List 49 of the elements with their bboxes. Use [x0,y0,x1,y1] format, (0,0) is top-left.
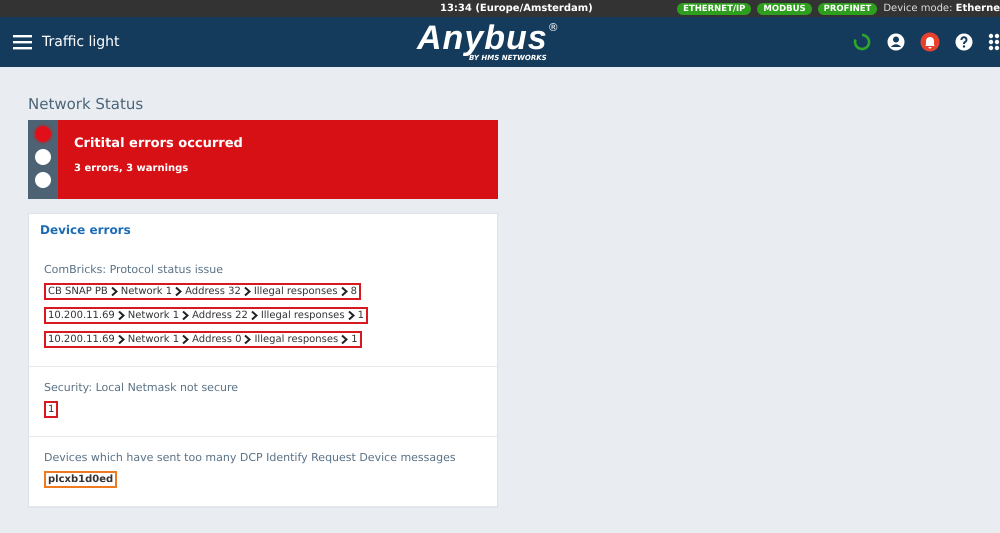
card-title: Device errors [39,222,132,237]
path-label: 1 [48,403,54,416]
device-mode: Device mode: Etherne [883,3,1000,14]
registered-mark: ® [548,21,559,34]
path-label: Address 0 [192,333,242,346]
banner-summary: 3 errors, 3 warnings [74,163,190,174]
chevron-icon [118,335,125,344]
menu-icon[interactable] [13,34,32,50]
path-label: 1 [351,333,358,346]
path-label: Address 32 [185,285,241,298]
user-icon[interactable] [886,32,906,52]
protocol-badge: ETHERNET/IP [677,2,752,14]
chevron-icon [182,335,190,344]
bell-icon[interactable] [920,32,940,52]
chevron-icon [341,335,348,344]
chevron-icon [175,287,182,296]
chevron-icon [244,287,251,296]
chevron-icon [182,311,190,320]
chevron-icon [118,311,125,320]
error-title: ComBricks: Protocol status issue [44,263,224,276]
protocol-badge: MODBUS [757,2,812,14]
path-label: Network 1 [128,309,180,322]
banner-title: Critital errors occurred [74,136,243,151]
chevron-icon [348,311,355,320]
chevron-icon [250,311,258,320]
path-label: Illegal responses [254,333,338,346]
clock-time: 13:34 (Europe/Amsterdam) [440,3,593,14]
path-label: 10.200.11.69 [48,309,115,322]
chevron-icon [244,335,252,344]
protocol-badge: PROFINET [818,2,878,14]
path-label: Network 1 [120,285,172,298]
section-heading: Network Status [28,95,144,113]
refresh-icon[interactable] [852,32,872,52]
page-heading: Traffic light [42,34,120,50]
path-label: 8 [350,285,357,298]
error-title: Security: Local Netmask not secure [44,381,240,394]
apps-grid-icon[interactable] [988,32,1000,52]
path-label: CB SNAP PB [48,285,108,298]
chevron-icon [340,287,348,296]
path-label: Illegal responses [260,309,345,322]
path-label: 10.200.11.69 [48,333,115,346]
path-label: Network 1 [128,333,180,346]
help-icon[interactable] [954,32,974,52]
chevron-icon [110,287,118,296]
path-label: 1 [358,309,364,322]
path-label: Address 22 [192,309,248,322]
error-title: Devices which have sent too many DCP Identify Request Device messages [44,451,457,464]
path-label: plcxb1d0ed [48,473,114,486]
path-label: Illegal responses [254,285,338,298]
